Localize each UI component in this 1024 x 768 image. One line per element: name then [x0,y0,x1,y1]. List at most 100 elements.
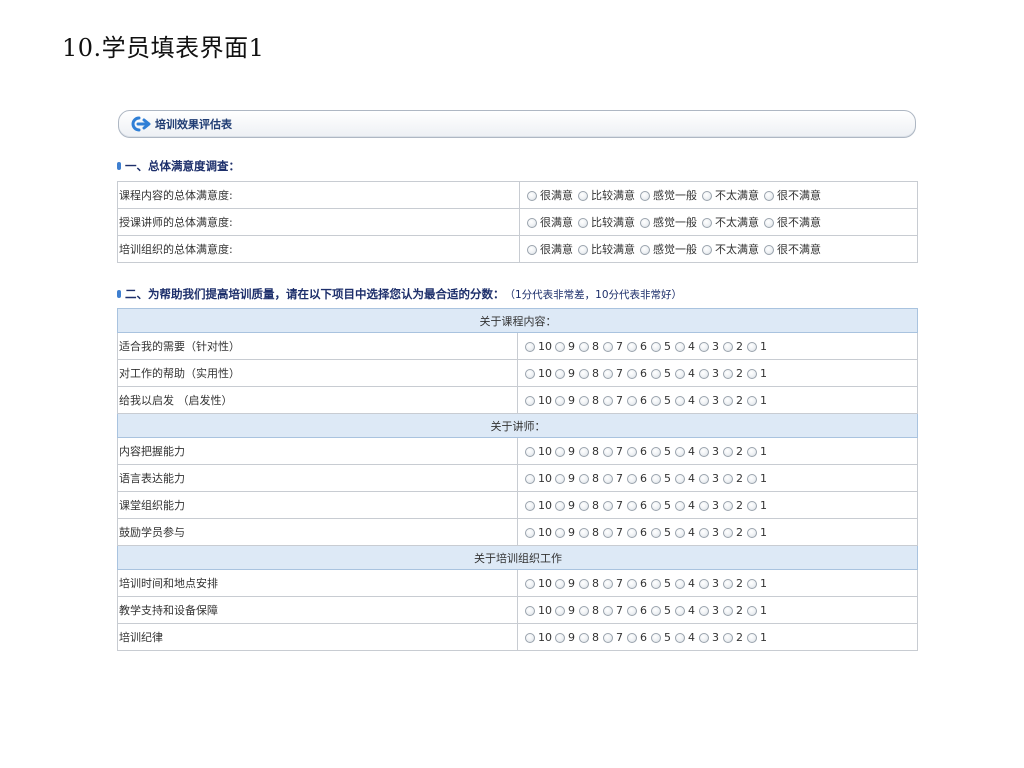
radio-button[interactable] [651,368,661,379]
score-option[interactable]: 2 [723,577,744,590]
radio-button[interactable] [651,632,661,643]
radio-button[interactable] [525,632,535,643]
score-option[interactable]: 3 [699,631,720,644]
score-option[interactable]: 3 [699,577,720,590]
radio-button[interactable] [675,473,685,484]
radio-button[interactable] [525,341,535,352]
radio-button[interactable] [699,473,709,484]
radio-button[interactable] [675,527,685,538]
score-option[interactable]: 8 [579,631,600,644]
radio-button[interactable] [651,527,661,538]
radio-button[interactable] [627,632,637,643]
score-option[interactable]: 1 [747,631,768,644]
radio-button[interactable] [527,218,537,228]
score-option[interactable]: 6 [627,394,648,407]
radio-button[interactable] [747,341,757,352]
score-option[interactable]: 8 [579,577,600,590]
score-option[interactable]: 6 [627,577,648,590]
satisfaction-option[interactable]: 比较满意 [578,241,635,257]
score-option[interactable]: 1 [747,394,768,407]
score-option[interactable]: 7 [603,631,624,644]
score-option[interactable]: 4 [675,445,696,458]
radio-button[interactable] [723,527,733,538]
radio-button[interactable] [627,605,637,616]
score-option[interactable]: 2 [723,604,744,617]
radio-button[interactable] [699,527,709,538]
score-option[interactable]: 6 [627,631,648,644]
radio-button[interactable] [747,368,757,379]
score-option[interactable]: 6 [627,604,648,617]
score-option[interactable]: 7 [603,472,624,485]
score-option[interactable]: 1 [747,526,768,539]
radio-button[interactable] [555,473,565,484]
score-option[interactable]: 5 [651,340,672,353]
radio-button[interactable] [747,500,757,511]
radio-button[interactable] [747,632,757,643]
satisfaction-option[interactable]: 很不满意 [764,241,821,257]
radio-button[interactable] [525,395,535,406]
radio-button[interactable] [579,632,589,643]
satisfaction-option[interactable]: 很满意 [527,187,573,203]
score-option[interactable]: 9 [555,445,576,458]
score-option[interactable]: 4 [675,631,696,644]
score-option[interactable]: 4 [675,526,696,539]
score-option[interactable]: 9 [555,472,576,485]
radio-button[interactable] [675,446,685,457]
radio-button[interactable] [579,527,589,538]
score-option[interactable]: 6 [627,472,648,485]
score-option[interactable]: 1 [747,445,768,458]
radio-button[interactable] [702,218,712,228]
radio-button[interactable] [579,578,589,589]
radio-button[interactable] [640,191,650,201]
radio-button[interactable] [651,473,661,484]
score-option[interactable]: 5 [651,499,672,512]
radio-button[interactable] [525,473,535,484]
score-option[interactable]: 1 [747,499,768,512]
score-option[interactable]: 3 [699,367,720,380]
radio-button[interactable] [555,605,565,616]
radio-button[interactable] [723,473,733,484]
radio-button[interactable] [747,605,757,616]
radio-button[interactable] [578,218,588,228]
score-option[interactable]: 9 [555,631,576,644]
radio-button[interactable] [627,446,637,457]
radio-button[interactable] [579,341,589,352]
satisfaction-option[interactable]: 很满意 [527,241,573,257]
radio-button[interactable] [555,578,565,589]
score-option[interactable]: 4 [675,604,696,617]
radio-button[interactable] [651,605,661,616]
score-option[interactable]: 2 [723,631,744,644]
score-option[interactable]: 4 [675,394,696,407]
satisfaction-option[interactable]: 不太满意 [702,214,759,230]
score-option[interactable]: 10 [525,604,552,617]
radio-button[interactable] [579,368,589,379]
score-option[interactable]: 5 [651,445,672,458]
radio-button[interactable] [651,500,661,511]
score-option[interactable]: 3 [699,526,720,539]
score-option[interactable]: 6 [627,445,648,458]
score-option[interactable]: 1 [747,604,768,617]
score-option[interactable]: 5 [651,577,672,590]
radio-button[interactable] [579,500,589,511]
score-option[interactable]: 4 [675,499,696,512]
radio-button[interactable] [525,578,535,589]
score-option[interactable]: 10 [525,631,552,644]
score-option[interactable]: 8 [579,394,600,407]
radio-button[interactable] [603,527,613,538]
radio-button[interactable] [627,578,637,589]
radio-button[interactable] [702,191,712,201]
score-option[interactable]: 8 [579,499,600,512]
radio-button[interactable] [764,191,774,201]
score-option[interactable]: 3 [699,445,720,458]
score-option[interactable]: 9 [555,577,576,590]
radio-button[interactable] [555,395,565,406]
score-option[interactable]: 3 [699,394,720,407]
score-option[interactable]: 8 [579,604,600,617]
score-option[interactable]: 10 [525,577,552,590]
satisfaction-option[interactable]: 很不满意 [764,214,821,230]
radio-button[interactable] [723,578,733,589]
radio-button[interactable] [627,341,637,352]
score-option[interactable]: 6 [627,526,648,539]
radio-button[interactable] [555,632,565,643]
score-option[interactable]: 7 [603,394,624,407]
